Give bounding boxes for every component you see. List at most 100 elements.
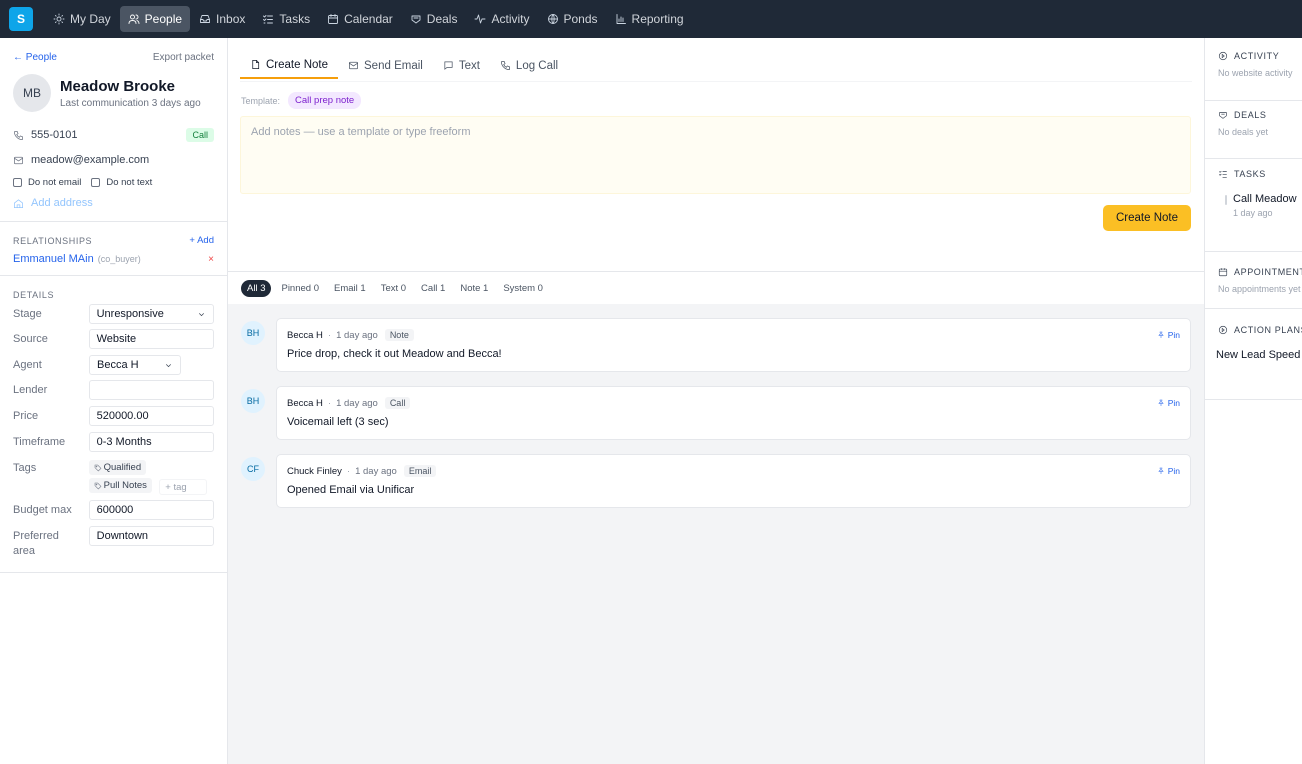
filter-pinned[interactable]: Pinned 0 — [281, 283, 319, 294]
filter-note[interactable]: Note 1 — [460, 283, 488, 294]
nav-ponds[interactable]: Ponds — [539, 6, 606, 32]
timeline-card: Chuck Finley · 1 day ago Email Pin Opene… — [276, 454, 1191, 508]
call-badge[interactable]: Call — [186, 128, 214, 142]
nav-calendar-label: Calendar — [344, 12, 393, 26]
avatar: MB — [13, 74, 51, 112]
agent-select[interactable]: Becca H — [89, 355, 181, 375]
deals-title: DEALS — [1234, 110, 1267, 120]
author-avatar: CF — [241, 457, 265, 481]
stage-value: Unresponsive — [96, 308, 164, 320]
pin-icon — [1158, 331, 1164, 338]
activity-empty: No website activity — [1218, 68, 1293, 78]
separator-dot: · — [327, 397, 332, 409]
relationship-name[interactable]: Emmanuel MAin — [13, 253, 94, 265]
timeline-card: Becca H · 1 day ago Note Pin Price drop,… — [276, 318, 1191, 372]
email-icon — [349, 61, 359, 70]
stage-select[interactable]: Unresponsive — [88, 304, 214, 324]
timeline-card: Becca H · 1 day ago Call Pin Voicemail l… — [276, 386, 1191, 440]
remove-relationship-button[interactable]: × — [208, 254, 214, 265]
appointments-empty: No appointments yet — [1218, 284, 1301, 294]
nav-ponds-label: Ponds — [563, 12, 598, 26]
nav-tasks[interactable]: Tasks — [254, 6, 318, 32]
nav-deals[interactable]: Deals — [402, 6, 466, 32]
add-address-label: Add address — [31, 197, 93, 209]
filter-text[interactable]: Text 0 — [381, 283, 406, 294]
sun-icon — [53, 13, 65, 25]
pin-button[interactable]: Pin — [1157, 466, 1180, 476]
budget-max-input[interactable]: 600000 — [88, 499, 214, 520]
tab-send-email[interactable]: Send Email — [338, 52, 433, 79]
do-not-text-checkbox[interactable] — [91, 178, 101, 187]
nav-my-day[interactable]: My Day — [45, 6, 119, 32]
source-input[interactable]: Website — [88, 329, 214, 349]
pin-button[interactable]: Pin — [1157, 398, 1180, 408]
filter-call[interactable]: Call 1 — [421, 283, 445, 294]
contact-phone[interactable]: 555-0101 — [31, 129, 78, 141]
tag-chip[interactable]: Pull Notes — [88, 478, 152, 493]
timeline-item: BH Becca H · 1 day ago Note Pin Price dr… — [228, 318, 1204, 386]
nav-inbox[interactable]: Inbox — [191, 6, 253, 32]
people-icon — [128, 14, 140, 24]
nav-reporting-label: Reporting — [631, 12, 684, 26]
nav-inbox-label: Inbox — [216, 12, 246, 26]
nav-reporting[interactable]: Reporting — [607, 6, 692, 32]
filter-system[interactable]: System 0 — [503, 283, 543, 294]
home-icon — [14, 198, 23, 208]
pin-button[interactable]: Pin — [1157, 330, 1180, 340]
nav-calendar[interactable]: Calendar — [319, 6, 401, 32]
timeframe-input[interactable]: 0-3 Months — [88, 432, 214, 452]
tasks-title: TASKS — [1234, 169, 1266, 179]
composer-tabs: Create Note Send Email Text Log Call — [240, 52, 568, 81]
filter-all[interactable]: All 3 — [241, 279, 272, 297]
activity-circle-icon — [1218, 51, 1228, 61]
item-author: Chuck Finley — [287, 465, 342, 477]
tab-create-note[interactable]: Create Note — [240, 52, 339, 79]
add-relationship-button[interactable]: + Add — [189, 235, 214, 246]
nav-people[interactable]: People — [119, 6, 191, 32]
budget-max-label: Budget max — [13, 503, 72, 516]
agent-value: Becca H — [97, 359, 139, 371]
chat-icon — [444, 61, 453, 70]
main-timeline: Create Note Send Email Text Log Call Tem… — [228, 38, 1204, 764]
note-textarea[interactable]: Add notes — use a template or type freef… — [240, 116, 1191, 194]
do-not-email-checkbox[interactable] — [13, 178, 22, 187]
template-chip[interactable]: Call prep note — [288, 92, 362, 109]
contact-email[interactable]: meadow@example.com — [31, 154, 149, 166]
lender-input[interactable] — [88, 380, 214, 400]
tasks-icon — [1219, 170, 1227, 178]
filter-email[interactable]: Email 1 — [334, 283, 366, 294]
stage-label: Stage — [13, 308, 42, 320]
item-author: Becca H — [287, 397, 323, 409]
nav-activity[interactable]: Activity — [466, 6, 537, 32]
create-note-button[interactable]: Create Note — [1102, 205, 1191, 231]
action-plan-item[interactable]: New Lead Speed — [1216, 349, 1300, 361]
add-tag-input[interactable]: + tag — [159, 478, 208, 495]
do-not-text-label: Do not text — [106, 177, 153, 188]
divider — [0, 221, 227, 222]
add-address-link[interactable]: Add address — [13, 197, 214, 209]
appointments-title: APPOINTMENTS — [1234, 267, 1302, 277]
export-packet-link[interactable]: Export packet — [153, 52, 214, 63]
task-checkbox[interactable] — [1225, 195, 1227, 205]
item-body: Opened Email via Unificar — [287, 484, 415, 496]
app-logo[interactable]: S — [9, 7, 33, 31]
price-input[interactable]: 520000.00 — [88, 406, 214, 426]
note-icon — [252, 60, 260, 69]
back-to-people-link[interactable]: ← People — [13, 52, 57, 63]
action-plans-title: ACTION PLANS — [1234, 325, 1302, 335]
tab-log-call[interactable]: Log Call — [490, 52, 568, 79]
pin-icon — [1158, 399, 1164, 406]
tags-field: Qualified Pull Notes + tag — [88, 458, 214, 495]
timeline-filters: All 3 Pinned 0 Email 1 Text 0 Call 1 Not… — [228, 272, 1204, 304]
tab-send-email-label: Send Email — [364, 59, 423, 72]
calendar-icon — [1218, 268, 1228, 277]
preferred-area-label: Preferred area — [13, 529, 59, 557]
relationship-type: (co_buyer) — [97, 254, 141, 264]
preferred-area-input[interactable]: Downtown — [88, 525, 214, 546]
calendar-icon — [328, 14, 339, 24]
task-item[interactable]: Call Meadow 1 day ago — [1225, 193, 1297, 218]
timeline-item: BH Becca H · 1 day ago Call Pin Voicemai… — [228, 386, 1204, 454]
tag-chip[interactable]: Qualified — [88, 460, 147, 475]
pin-label: Pin — [1167, 330, 1180, 340]
tab-text[interactable]: Text — [433, 52, 490, 79]
